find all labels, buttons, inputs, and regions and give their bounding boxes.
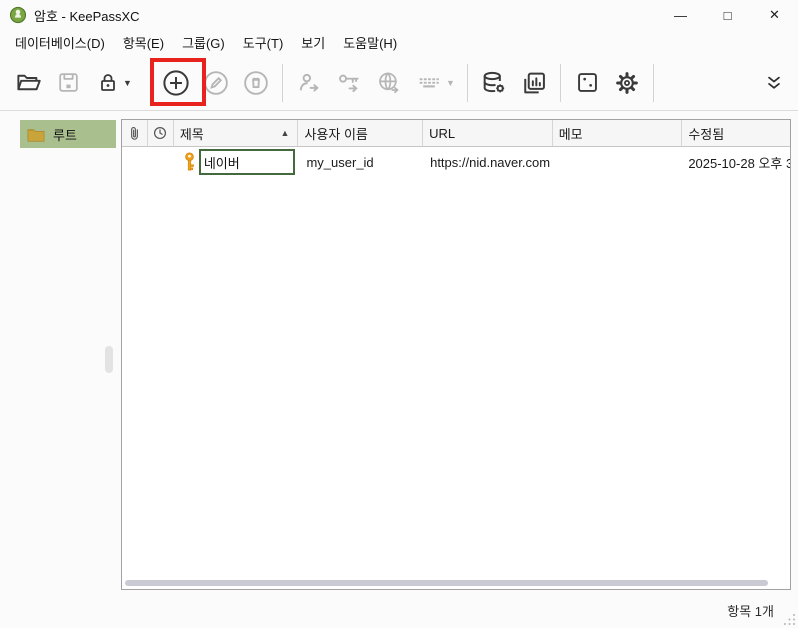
- lock-icon: [96, 71, 120, 95]
- cell-username: my_user_id: [298, 155, 423, 170]
- cell-title: [174, 149, 299, 175]
- autotype-keyboard-icon: [415, 69, 443, 97]
- column-header-username[interactable]: 사용자 이름: [298, 120, 423, 146]
- column-title-label: 제목: [180, 124, 204, 143]
- lock-dropdown-caret[interactable]: ▼: [123, 78, 132, 88]
- copy-password-button[interactable]: [329, 61, 369, 105]
- table-header-row: 제목 ▲ 사용자 이름 URL 메모 수정됨: [122, 120, 790, 147]
- splitter-handle[interactable]: [105, 346, 113, 373]
- edit-entry-icon: [202, 69, 230, 97]
- edit-entry-button[interactable]: [196, 61, 236, 105]
- toolbar-separator: [560, 64, 561, 102]
- folder-open-icon: [15, 69, 42, 96]
- open-database-button[interactable]: [8, 61, 48, 105]
- entry-table: 제목 ▲ 사용자 이름 URL 메모 수정됨: [121, 119, 791, 590]
- clock-icon: [153, 126, 167, 140]
- column-header-attachment[interactable]: [122, 120, 148, 146]
- minimize-button[interactable]: —: [657, 0, 704, 30]
- autotype-dropdown-caret[interactable]: ▼: [446, 78, 455, 88]
- menu-bar: 데이터베이스(D) 항목(E) 그룹(G) 도구(T) 보기 도움말(H): [0, 30, 798, 55]
- menu-help[interactable]: 도움말(H): [334, 30, 406, 55]
- key-icon: [182, 152, 197, 172]
- main-area: 루트 제목 ▲: [0, 111, 798, 627]
- status-bar: 항목 1개: [0, 591, 798, 628]
- close-button[interactable]: ✕: [751, 0, 798, 30]
- menu-view[interactable]: 보기: [292, 30, 334, 55]
- database-settings-icon: [480, 69, 508, 97]
- reports-icon: [520, 69, 548, 97]
- folder-icon: [27, 127, 45, 142]
- copy-username-button[interactable]: [289, 61, 329, 105]
- column-header-url[interactable]: URL: [423, 120, 553, 146]
- title-edit-input[interactable]: [199, 149, 295, 175]
- reports-button[interactable]: [514, 61, 554, 105]
- keepassxc-window: 암호 - KeePassXC — □ ✕ 데이터베이스(D) 항목(E) 그룹(…: [0, 0, 798, 628]
- database-settings-button[interactable]: [474, 61, 514, 105]
- column-header-notes[interactable]: 메모: [553, 120, 683, 146]
- column-header-modified[interactable]: 수정됨: [682, 120, 790, 146]
- menu-database[interactable]: 데이터베이스(D): [6, 30, 114, 55]
- password-generator-button[interactable]: [567, 61, 607, 105]
- toolbar-overflow-button[interactable]: [754, 61, 794, 105]
- dice-icon: [574, 69, 601, 96]
- window-title: 암호 - KeePassXC: [34, 6, 140, 25]
- add-entry-icon: [161, 68, 191, 98]
- resize-grip[interactable]: [782, 612, 796, 626]
- toolbar-separator: [653, 64, 654, 102]
- toolbar-separator: [467, 64, 468, 102]
- autotype-button[interactable]: ▼: [409, 61, 461, 105]
- toolbar: ▼: [0, 55, 798, 111]
- window-controls: — □ ✕: [657, 0, 798, 30]
- entry-count-label: 항목 1개: [727, 601, 774, 620]
- copy-url-icon: [376, 70, 402, 96]
- copy-username-icon: [296, 70, 322, 96]
- toolbar-separator: [282, 64, 283, 102]
- scrollbar-thumb[interactable]: [125, 580, 768, 586]
- group-label: 루트: [53, 125, 77, 144]
- settings-button[interactable]: [607, 61, 647, 105]
- menu-entries[interactable]: 항목(E): [114, 30, 173, 55]
- delete-entry-icon: [242, 69, 270, 97]
- horizontal-scrollbar[interactable]: [124, 579, 788, 587]
- copy-password-icon: [336, 70, 362, 96]
- add-entry-button[interactable]: [156, 61, 196, 105]
- delete-entry-button[interactable]: [236, 61, 276, 105]
- save-icon: [56, 70, 81, 95]
- menu-groups[interactable]: 그룹(G): [173, 30, 234, 55]
- sort-ascending-icon: ▲: [281, 128, 290, 138]
- save-database-button[interactable]: [48, 61, 88, 105]
- entry-row[interactable]: my_user_id https://nid.naver.com 2025-10…: [122, 147, 790, 177]
- cell-url: https://nid.naver.com: [423, 155, 553, 170]
- menu-tools[interactable]: 도구(T): [234, 30, 293, 55]
- title-bar: 암호 - KeePassXC — □ ✕: [0, 0, 798, 30]
- lock-database-button[interactable]: ▼: [88, 61, 140, 105]
- sidebar-item-root-group[interactable]: 루트: [20, 120, 116, 148]
- maximize-button[interactable]: □: [704, 0, 751, 30]
- paperclip-icon: [128, 126, 141, 141]
- chevron-double-down-icon: [764, 73, 784, 93]
- cell-modified: 2025-10-28 오후 3: [682, 153, 790, 172]
- keepassxc-app-icon: [9, 6, 27, 24]
- copy-url-button[interactable]: [369, 61, 409, 105]
- column-header-expiry[interactable]: [148, 120, 174, 146]
- gear-icon: [613, 69, 641, 97]
- column-header-title[interactable]: 제목 ▲: [174, 120, 299, 146]
